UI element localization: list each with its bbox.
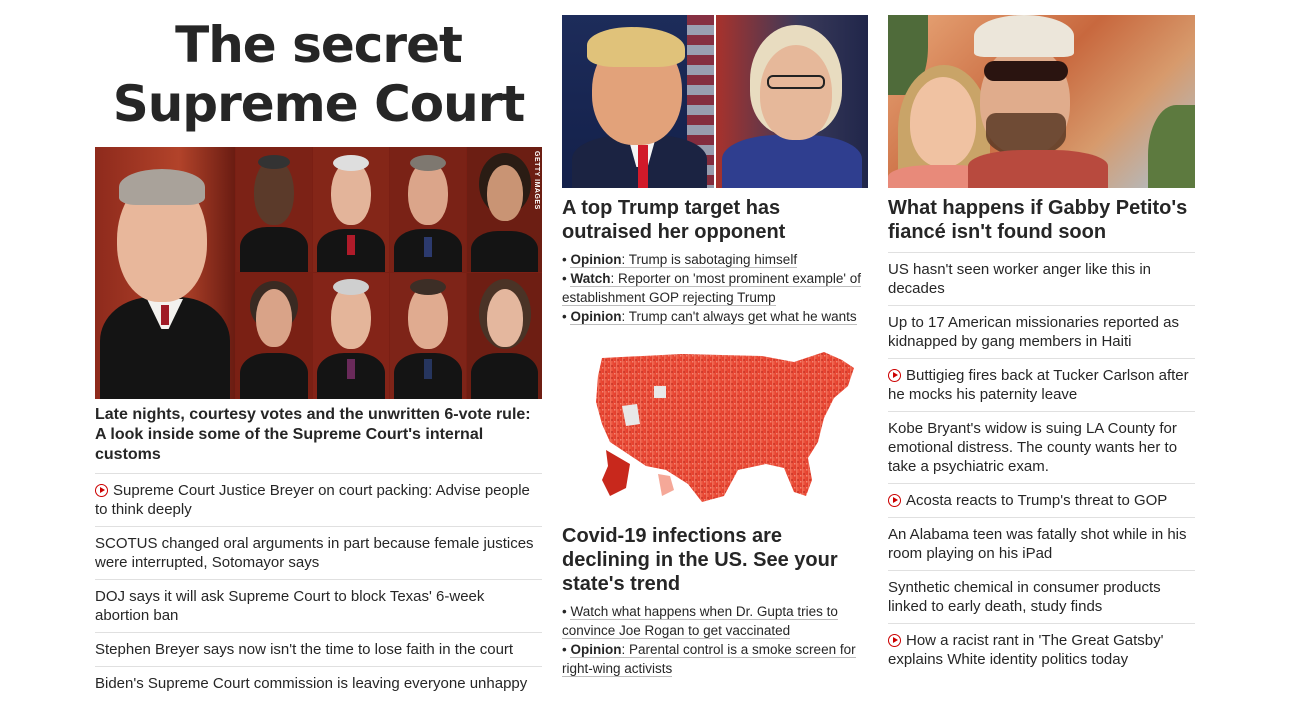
list-item-text[interactable]: Supreme Court Justice Breyer on court pa… bbox=[95, 482, 530, 518]
list-item-text[interactable]: Buttigieg fires back at Tucker Carlson a… bbox=[888, 367, 1189, 403]
play-video-icon bbox=[95, 484, 108, 497]
subheadline-text[interactable]: Watch what happens when Dr. Gupta tries … bbox=[562, 604, 838, 638]
gabby-petito-headline[interactable]: What happens if Gabby Petito's fiancé is… bbox=[888, 196, 1195, 253]
list-item[interactable]: Supreme Court Justice Breyer on court pa… bbox=[95, 474, 542, 527]
list-item-text[interactable]: Biden's Supreme Court commission is leav… bbox=[95, 675, 527, 692]
subheadline[interactable]: • Opinion: Trump can't always get what h… bbox=[562, 307, 868, 326]
justices-photo[interactable]: GETTY IMAGES bbox=[95, 147, 542, 399]
subheadline-text[interactable]: : Trump can't always get what he wants bbox=[621, 309, 856, 324]
covid-map[interactable] bbox=[562, 346, 868, 516]
subheadline-label: Opinion bbox=[570, 309, 622, 324]
section-banner[interactable]: The secret Supreme Court bbox=[95, 16, 542, 144]
right-section: What happens if Gabby Petito's fiancé is… bbox=[888, 0, 1195, 676]
list-item[interactable]: Up to 17 American missionaries reported … bbox=[888, 306, 1195, 359]
subheadline[interactable]: • Opinion: Parental control is a smoke s… bbox=[562, 640, 868, 678]
list-item-text[interactable]: Kobe Bryant's widow is suing LA County f… bbox=[888, 420, 1177, 475]
subheadline-text[interactable]: : Trump is sabotaging himself bbox=[621, 252, 797, 267]
play-video-icon bbox=[888, 634, 901, 647]
list-item[interactable]: Stephen Breyer says now isn't the time t… bbox=[95, 633, 542, 667]
list-item[interactable]: SCOTUS changed oral arguments in part be… bbox=[95, 527, 542, 580]
trump-target-headline[interactable]: A top Trump target has outraised her opp… bbox=[562, 196, 868, 244]
us-map-graphic bbox=[596, 352, 854, 502]
list-item[interactable]: Buttigieg fires back at Tucker Carlson a… bbox=[888, 359, 1195, 412]
list-item-text[interactable]: SCOTUS changed oral arguments in part be… bbox=[95, 535, 534, 571]
banner-line-2[interactable]: Supreme Court bbox=[95, 75, 542, 134]
trump-cheney-photo[interactable] bbox=[562, 15, 868, 188]
subheadline-label: Opinion bbox=[570, 642, 622, 657]
list-item-text[interactable]: DOJ says it will ask Supreme Court to bl… bbox=[95, 588, 484, 624]
subheadline[interactable]: • Watch what happens when Dr. Gupta trie… bbox=[562, 602, 868, 640]
subheadline-label: Opinion bbox=[570, 252, 622, 267]
list-item[interactable]: How a racist rant in 'The Great Gatsby' … bbox=[888, 624, 1195, 676]
play-video-icon bbox=[888, 494, 901, 507]
supreme-court-section: The secret Supreme Court GETTY IMAGES La… bbox=[95, 0, 542, 700]
list-item-text[interactable]: Synthetic chemical in consumer products … bbox=[888, 579, 1161, 615]
list-item[interactable]: Synthetic chemical in consumer products … bbox=[888, 571, 1195, 624]
lead-story-headline[interactable]: Late nights, courtesy votes and the unwr… bbox=[95, 405, 542, 474]
banner-line-1[interactable]: The secret bbox=[95, 16, 542, 75]
middle-section: A top Trump target has outraised her opp… bbox=[562, 0, 868, 678]
covid-subheadlines: • Watch what happens when Dr. Gupta trie… bbox=[562, 602, 868, 678]
list-item[interactable]: DOJ says it will ask Supreme Court to bl… bbox=[95, 580, 542, 633]
photo-credit: GETTY IMAGES bbox=[533, 151, 540, 210]
subheadline[interactable]: • Watch: Reporter on 'most prominent exa… bbox=[562, 269, 868, 307]
related-stories-list: Supreme Court Justice Breyer on court pa… bbox=[95, 474, 542, 700]
list-item-text[interactable]: An Alabama teen was fatally shot while i… bbox=[888, 526, 1187, 562]
list-item-text[interactable]: Up to 17 American missionaries reported … bbox=[888, 314, 1179, 350]
list-item[interactable]: An Alabama teen was fatally shot while i… bbox=[888, 518, 1195, 571]
subheadline[interactable]: • Opinion: Trump is sabotaging himself bbox=[562, 250, 868, 269]
list-item[interactable]: Acosta reacts to Trump's threat to GOP bbox=[888, 484, 1195, 518]
subheadline-label: Watch bbox=[570, 271, 611, 286]
list-item-text[interactable]: US hasn't seen worker anger like this in… bbox=[888, 261, 1151, 297]
covid-headline[interactable]: Covid-19 infections are declining in the… bbox=[562, 524, 868, 596]
list-item-text[interactable]: Acosta reacts to Trump's threat to GOP bbox=[906, 492, 1167, 509]
right-stories-list: US hasn't seen worker anger like this in… bbox=[888, 253, 1195, 676]
list-item[interactable]: Kobe Bryant's widow is suing LA County f… bbox=[888, 412, 1195, 484]
list-item-text[interactable]: Stephen Breyer says now isn't the time t… bbox=[95, 641, 513, 658]
list-item[interactable]: Biden's Supreme Court commission is leav… bbox=[95, 667, 542, 700]
list-item[interactable]: US hasn't seen worker anger like this in… bbox=[888, 253, 1195, 306]
gabby-petito-photo[interactable] bbox=[888, 15, 1195, 188]
play-video-icon bbox=[888, 369, 901, 382]
list-item-text[interactable]: How a racist rant in 'The Great Gatsby' … bbox=[888, 632, 1164, 668]
trump-subheadlines: • Opinion: Trump is sabotaging himself •… bbox=[562, 250, 868, 326]
